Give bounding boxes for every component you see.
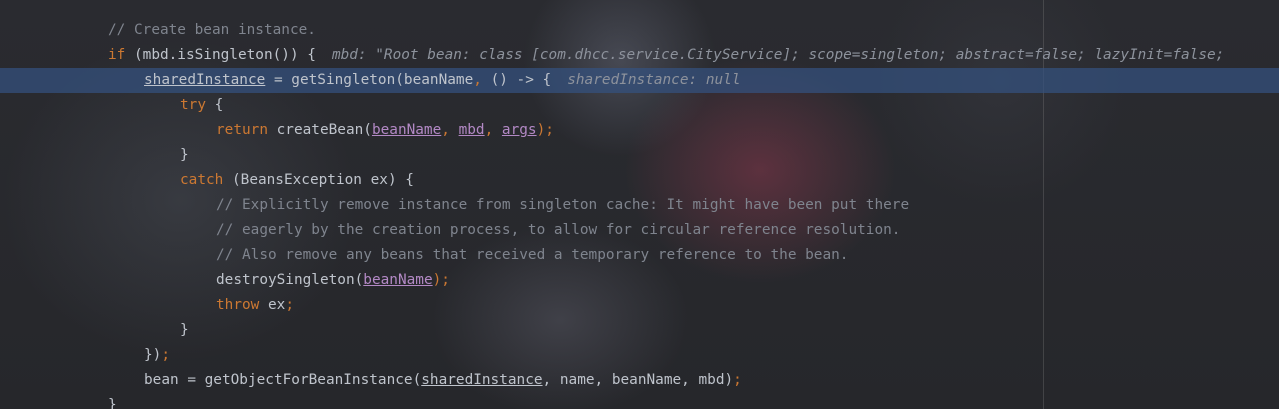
code-line[interactable]: catch (BeansException ex) { [0,168,1279,193]
code-text: (BeansException ex) { [223,172,414,188]
code-line[interactable]: bean = getObjectForBeanInstance(sharedIn… [0,368,1279,393]
inline-debug-value: mbd: "Root bean: class [com.dhcc.service… [331,47,1225,63]
code-statement: bean = getObjectForBeanInstance(sharedIn… [144,368,742,393]
code-text: bean = getObjectForBeanInstance( [144,372,422,388]
punctuation: ; [285,297,294,313]
code-statement: destroySingleton(beanName); [216,268,450,293]
parameter: beanName [363,272,433,288]
code-statement: sharedInstance = getSingleton(beanName, … [144,68,741,93]
code-text: } [108,397,117,409]
code-text: createBean( [267,122,372,138]
punctuation: ); [536,122,554,138]
code-line[interactable]: }); [0,343,1279,368]
code-line[interactable]: } [0,318,1279,343]
code-line[interactable]: return createBean(beanName, mbd, args); [0,118,1279,143]
code-line[interactable]: destroySingleton(beanName); [0,268,1279,293]
code-comment: // eagerly by the creation process, to a… [216,222,901,238]
parameter: mbd [458,122,485,138]
code-line[interactable]: } [0,393,1279,409]
code-line[interactable]: // Also remove any beans that received a… [0,243,1279,268]
punctuation: ); [432,272,450,288]
inline-debug-value: sharedInstance: null [567,72,741,88]
code-line[interactable]: if (mbd.isSingleton()) { mbd: "Root bean:… [0,43,1279,68]
keyword: throw [216,297,260,313]
code-text: () -> { [481,72,552,88]
keyword: try [180,97,206,113]
code-text: (mbd.isSingleton()) { [125,47,316,63]
keyword: return [216,122,268,138]
code-statement: }); [144,343,170,368]
code-line[interactable]: throw ex; [0,293,1279,318]
code-line[interactable]: // eagerly by the creation process, to a… [0,218,1279,243]
code-text: destroySingleton( [216,272,364,288]
code-statement: catch (BeansException ex) { [180,168,414,193]
code-statement: throw ex; [216,293,294,318]
variable: sharedInstance [144,72,266,88]
code-line[interactable]: // Create bean instance. [0,18,1279,43]
code-line[interactable]: try { [0,93,1279,118]
punctuation: , [441,122,459,138]
code-text: , name, beanName, mbd) [542,372,734,388]
code-comment: // Explicitly remove instance from singl… [216,197,910,213]
code-editor[interactable]: // Create bean instance. if (mbd.isSingl… [0,0,1279,409]
code-line[interactable]: } [0,143,1279,168]
code-text: }) [144,347,162,363]
code-line[interactable]: // Explicitly remove instance from singl… [0,193,1279,218]
code-text: ex [259,297,286,313]
code-statement: return createBean(beanName, mbd, args); [216,118,554,143]
code-statement: try { [180,93,223,118]
variable: sharedInstance [421,372,543,388]
parameter: args [501,122,537,138]
parameter: beanName [371,122,442,138]
code-text: } [180,322,189,338]
keyword: if [108,47,126,63]
code-text: = getSingleton(beanName [265,72,474,88]
punctuation: , [473,72,482,88]
code-text: { [206,97,224,113]
punctuation: , [484,122,502,138]
punctuation: ; [733,372,742,388]
current-execution-line[interactable]: sharedInstance = getSingleton(beanName, … [0,68,1279,93]
code-comment: // Create bean instance. [108,22,316,38]
punctuation: ; [161,347,170,363]
code-comment: // Also remove any beans that received a… [216,247,849,263]
code-statement: if (mbd.isSingleton()) { mbd: "Root bean:… [108,43,1224,68]
keyword: catch [180,172,224,188]
code-text: } [180,147,189,163]
